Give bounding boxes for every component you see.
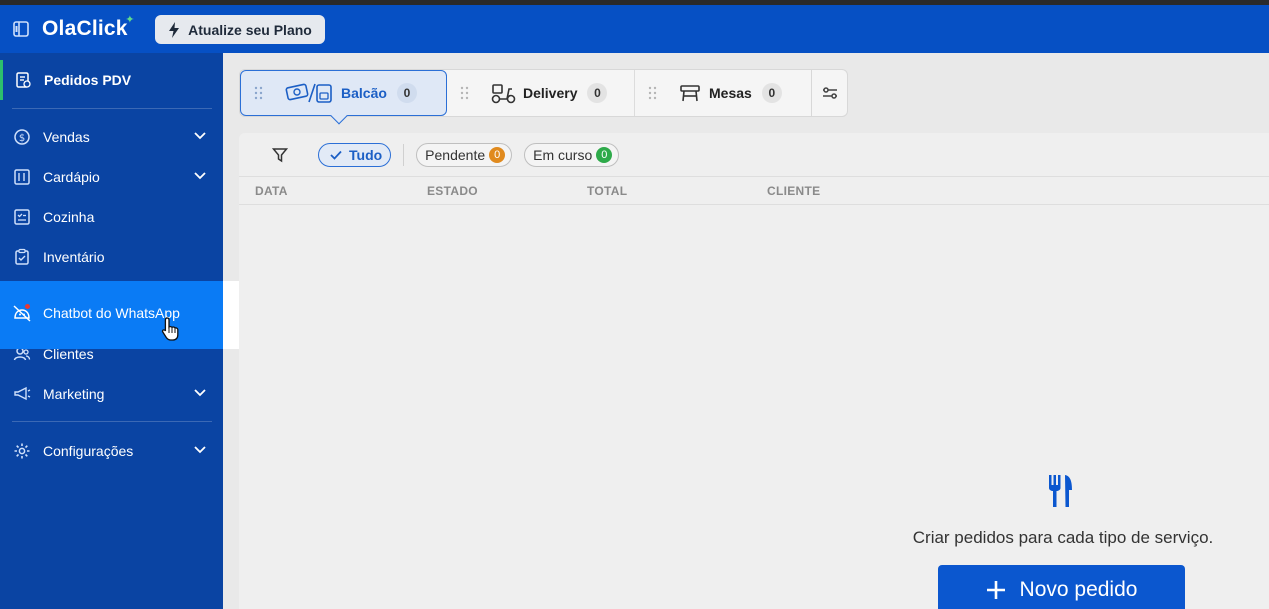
column-header-data[interactable]: DATA	[255, 184, 288, 198]
sidebar-item-cozinha[interactable]: Cozinha	[0, 197, 223, 237]
chatbot-icon	[12, 303, 32, 323]
main-content: Balcão 0 Delivery 0 Mesas 0 Tudo Pendent…	[223, 53, 1269, 609]
tab-label: Balcão	[341, 85, 387, 101]
hand-pointer-cursor-icon	[161, 317, 179, 341]
in-progress-count-badge: 0	[596, 146, 613, 163]
new-order-button[interactable]: Novo pedido	[938, 565, 1185, 609]
upgrade-plan-button[interactable]: Atualize seu Plano	[155, 15, 325, 44]
highlight-overlay: Chatbot do WhatsApp	[0, 281, 239, 349]
app-header: OlaClick ✦ Atualize seu Plano	[0, 5, 1269, 53]
tab-count-badge: 0	[396, 83, 417, 103]
column-header-total[interactable]: TOTAL	[587, 184, 627, 198]
logo-text: OlaClick	[42, 17, 128, 40]
orders-icon	[13, 70, 33, 90]
sidebar-divider	[12, 108, 212, 109]
counter-cash-icon	[285, 83, 332, 103]
sidebar-item-label: Inventário	[43, 249, 105, 265]
scooter-icon	[491, 84, 516, 104]
dollar-circle-icon: $	[12, 127, 32, 147]
sliders-icon	[822, 87, 837, 99]
filter-chip-label: Em curso	[533, 146, 593, 163]
filter-chip-label: Tudo	[349, 146, 383, 163]
sidebar-item-label: Vendas	[43, 129, 90, 145]
logo-spark-icon: ✦	[125, 14, 135, 26]
drag-handle-icon[interactable]	[459, 86, 471, 100]
filter-button[interactable]	[265, 140, 295, 170]
funnel-icon	[272, 147, 288, 162]
filter-divider	[403, 143, 405, 166]
sidebar-divider	[12, 421, 212, 422]
plus-icon	[986, 581, 1005, 599]
filter-chip-pending[interactable]: Pendente 0	[416, 142, 513, 167]
sidebar-item-label: Cardápio	[43, 169, 100, 185]
column-header-cliente[interactable]: CLIENTE	[767, 184, 820, 198]
sidebar-item-label: Pedidos PDV	[44, 72, 132, 88]
sidebar-item-pedidos-pdv[interactable]: Pedidos PDV	[0, 60, 223, 100]
table-header: DATA ESTADO TOTAL CLIENTE	[239, 177, 1269, 205]
pending-count-badge: 0	[489, 146, 506, 163]
megaphone-icon	[12, 384, 32, 404]
clipboard-check-icon	[12, 247, 32, 267]
chevron-down-icon	[194, 132, 206, 140]
lightning-icon	[169, 21, 180, 38]
check-icon	[330, 150, 342, 160]
tab-balcao[interactable]: Balcão 0	[240, 70, 447, 125]
tab-count-badge: 0	[587, 83, 608, 103]
drag-handle-icon[interactable]	[647, 86, 659, 100]
sidebar-item-vendas[interactable]: $ Vendas	[0, 117, 223, 157]
tab-pointer	[330, 107, 348, 125]
drag-handle-icon[interactable]	[253, 86, 265, 100]
tab-count-badge: 0	[761, 83, 782, 103]
filters-bar: Tudo Pendente 0 Em curso 0	[239, 133, 1269, 177]
tab-mesas[interactable]: Mesas 0	[635, 70, 812, 116]
filter-chip-label: Pendente	[425, 146, 486, 163]
sidebar-item-inventario[interactable]: Inventário	[0, 237, 223, 277]
tab-settings-button[interactable]	[811, 69, 848, 117]
sidebar-item-label: Cozinha	[43, 209, 95, 225]
tab-label: Mesas	[709, 85, 752, 101]
sidebar-item-label: Chatbot do WhatsApp	[43, 305, 180, 321]
filter-chip-all[interactable]: Tudo	[318, 142, 392, 167]
empty-state-text: Criar pedidos para cada tipo de serviço.	[912, 528, 1214, 547]
sidebar-item-cardapio[interactable]: Cardápio	[0, 157, 223, 197]
chevron-down-icon	[194, 389, 206, 397]
logo[interactable]: OlaClick ✦	[42, 14, 134, 41]
tab-delivery[interactable]: Delivery 0	[447, 70, 635, 116]
table-icon	[680, 85, 700, 102]
chevron-down-icon	[194, 172, 206, 180]
tab-label: Delivery	[523, 85, 578, 101]
upgrade-plan-label: Atualize seu Plano	[188, 21, 312, 38]
new-order-label: Novo pedido	[1019, 578, 1138, 601]
filter-chip-in-progress[interactable]: Em curso 0	[524, 142, 620, 167]
service-tabs: Balcão 0 Delivery 0 Mesas 0	[239, 69, 847, 125]
chevron-down-icon	[194, 446, 206, 454]
sidebar-item-configuracoes[interactable]: Configurações	[0, 431, 223, 471]
sidebar-item-marketing[interactable]: Marketing	[0, 374, 223, 414]
menu-book-icon	[12, 167, 32, 187]
sidebar-item-chatbot-whatsapp[interactable]: Chatbot do WhatsApp	[0, 281, 223, 349]
sidebar-item-label: Marketing	[43, 386, 105, 402]
kitchen-checklist-icon	[12, 207, 32, 227]
fork-knife-icon	[1049, 475, 1072, 507]
gear-icon	[12, 441, 32, 461]
sidebar-item-label: Configurações	[43, 443, 134, 459]
column-header-estado[interactable]: ESTADO	[427, 184, 478, 198]
svg-text:$: $	[19, 133, 25, 144]
sidebar-panel-icon	[13, 21, 29, 37]
sidebar-toggle-button[interactable]	[0, 5, 42, 53]
